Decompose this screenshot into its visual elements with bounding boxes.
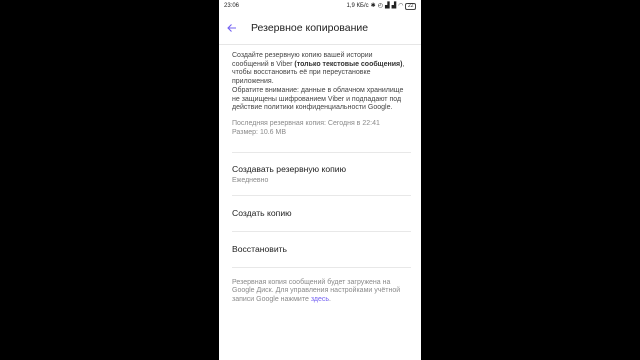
app-bar: Резервное копирование (219, 12, 421, 45)
status-icons: 1,9 КБ/с ✱ ◴ ▟ ▟ ◠ 22 (346, 2, 416, 10)
google-settings-link[interactable]: здесь (311, 296, 329, 303)
backup-content: Создайте резервную копию вашей истории с… (219, 52, 421, 305)
make-copy-label: Создать копию (232, 207, 292, 218)
divider (232, 266, 411, 268)
signal-icon-2: ▟ (391, 3, 397, 9)
create-backup-title: Создавать резервную копию (232, 163, 347, 174)
net-speed: 1,9 КБ/с (346, 3, 369, 9)
battery-icon: 22 (405, 2, 416, 10)
restore-label: Восстановить (232, 243, 288, 254)
footer-note: Резервная копия сообщений будет загружен… (232, 279, 411, 305)
wifi-icon: ◠ (398, 3, 404, 9)
footer-end: . (329, 296, 331, 304)
backup-info: Последняя резервная копия: Сегодня в 22:… (232, 120, 411, 138)
make-copy-button[interactable]: Создать копию (232, 196, 411, 231)
bluetooth-icon: ✱ (370, 3, 376, 9)
status-time: 23:06 (224, 3, 240, 9)
backup-size-text: Размер: 10.6 MB (232, 128, 287, 136)
back-arrow-icon[interactable] (219, 23, 245, 33)
alarm-icon: ◴ (377, 3, 383, 9)
page-title: Резервное копирование (251, 22, 369, 34)
create-backup-setting[interactable]: Создавать резервную копию Ежедневно (232, 153, 411, 195)
description-note: Обратите внимание: данные в облачном хра… (232, 86, 404, 112)
last-backup-text: Последняя резервная копия: Сегодня в 22:… (232, 119, 380, 127)
create-backup-frequency: Ежедневно (232, 176, 269, 184)
status-bar: 23:06 1,9 КБ/с ✱ ◴ ▟ ▟ ◠ 22 (219, 0, 421, 12)
restore-button[interactable]: Восстановить (232, 232, 411, 267)
description-bold: (только текстовые сообщения) (294, 60, 403, 68)
phone-screen: 23:06 1,9 КБ/с ✱ ◴ ▟ ▟ ◠ 22 Резервное ко… (219, 0, 421, 360)
signal-icon: ▟ (384, 3, 390, 9)
description: Создайте резервную копию вашей истории с… (232, 52, 411, 113)
